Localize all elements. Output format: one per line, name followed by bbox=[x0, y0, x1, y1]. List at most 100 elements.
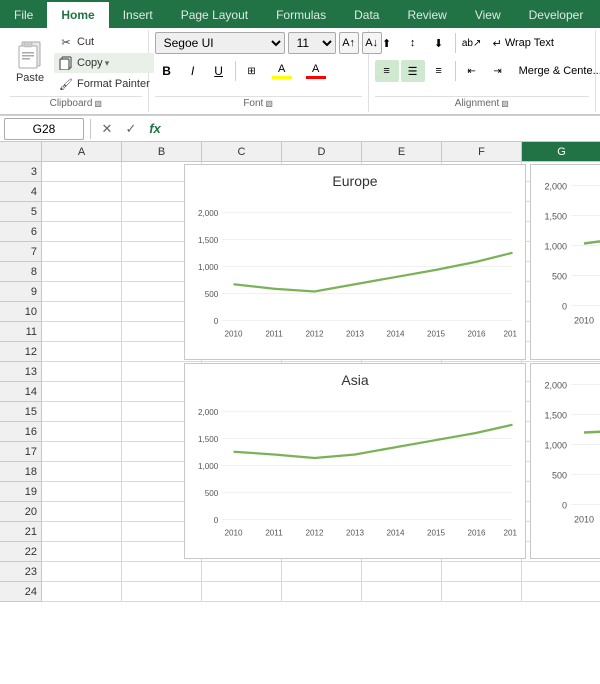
cell-A3[interactable] bbox=[42, 162, 122, 182]
alignment-expand-icon[interactable]: ▧ bbox=[501, 99, 509, 108]
cell-A13[interactable] bbox=[42, 362, 122, 382]
tab-review[interactable]: Review bbox=[393, 2, 460, 28]
col-header-G[interactable]: G bbox=[522, 142, 600, 161]
borders-button[interactable]: ⊞ bbox=[240, 60, 264, 82]
cell-F23[interactable] bbox=[442, 562, 522, 582]
fill-color-button[interactable]: A bbox=[266, 60, 298, 82]
col-header-B[interactable]: B bbox=[122, 142, 202, 161]
font-face-select[interactable]: Segoe UI bbox=[155, 32, 285, 54]
cell-A8[interactable] bbox=[42, 262, 122, 282]
row-9[interactable]: 9 bbox=[0, 282, 42, 302]
merge-center-button[interactable]: Merge & Cente... ▾ bbox=[512, 60, 600, 82]
cell-B23[interactable] bbox=[122, 562, 202, 582]
cell-A16[interactable] bbox=[42, 422, 122, 442]
cell-D23[interactable] bbox=[282, 562, 362, 582]
cell-reference-input[interactable] bbox=[4, 118, 84, 140]
row-14[interactable]: 14 bbox=[0, 382, 42, 402]
cell-A9[interactable] bbox=[42, 282, 122, 302]
cell-A12[interactable] bbox=[42, 342, 122, 362]
align-bottom-button[interactable]: ⬇ bbox=[427, 32, 451, 54]
tab-data[interactable]: Data bbox=[340, 2, 393, 28]
font-size-select[interactable]: 11 bbox=[288, 32, 336, 54]
tab-insert[interactable]: Insert bbox=[109, 2, 167, 28]
font-color-button[interactable]: A bbox=[300, 60, 332, 82]
row-10[interactable]: 10 bbox=[0, 302, 42, 322]
cell-C24[interactable] bbox=[202, 582, 282, 602]
tab-page-layout[interactable]: Page Layout bbox=[167, 2, 262, 28]
cell-A24[interactable] bbox=[42, 582, 122, 602]
tab-home[interactable]: Home bbox=[47, 2, 108, 28]
paste-button[interactable]: Paste bbox=[10, 32, 50, 88]
increase-indent-button[interactable]: ⇥ bbox=[486, 60, 510, 82]
wrap-text-button[interactable]: ↵ Wrap Text bbox=[486, 32, 561, 54]
align-left-button[interactable]: ≡ bbox=[375, 60, 399, 82]
cell-G23[interactable] bbox=[522, 562, 600, 582]
row-4[interactable]: 4 bbox=[0, 182, 42, 202]
cell-B24[interactable] bbox=[122, 582, 202, 602]
row-17[interactable]: 17 bbox=[0, 442, 42, 462]
row-20[interactable]: 20 bbox=[0, 502, 42, 522]
row-13[interactable]: 13 bbox=[0, 362, 42, 382]
row-18[interactable]: 18 bbox=[0, 462, 42, 482]
font-expand-icon[interactable]: ▧ bbox=[265, 99, 273, 108]
row-8[interactable]: 8 bbox=[0, 262, 42, 282]
cell-G24[interactable] bbox=[522, 582, 600, 602]
tab-file[interactable]: File bbox=[0, 2, 47, 28]
align-right-button[interactable]: ≡ bbox=[427, 60, 451, 82]
col-header-C[interactable]: C bbox=[202, 142, 282, 161]
align-center-button[interactable]: ☰ bbox=[401, 60, 425, 82]
insert-function-button[interactable]: fx bbox=[145, 119, 165, 139]
row-16[interactable]: 16 bbox=[0, 422, 42, 442]
row-11[interactable]: 11 bbox=[0, 322, 42, 342]
cell-A23[interactable] bbox=[42, 562, 122, 582]
tab-formulas[interactable]: Formulas bbox=[262, 2, 340, 28]
cell-A20[interactable] bbox=[42, 502, 122, 522]
italic-button[interactable]: I bbox=[181, 60, 205, 82]
decrease-indent-button[interactable]: ⇤ bbox=[460, 60, 484, 82]
row-12[interactable]: 12 bbox=[0, 342, 42, 362]
clipboard-expand-icon[interactable]: ▧ bbox=[94, 99, 102, 108]
formula-input[interactable] bbox=[169, 118, 596, 140]
row-19[interactable]: 19 bbox=[0, 482, 42, 502]
row-23[interactable]: 23 bbox=[0, 562, 42, 582]
row-24[interactable]: 24 bbox=[0, 582, 42, 602]
cell-A7[interactable] bbox=[42, 242, 122, 262]
col-header-A[interactable]: A bbox=[42, 142, 122, 161]
cell-A4[interactable] bbox=[42, 182, 122, 202]
cell-A11[interactable] bbox=[42, 322, 122, 342]
col-header-F[interactable]: F bbox=[442, 142, 522, 161]
col-header-D[interactable]: D bbox=[282, 142, 362, 161]
orientation-button[interactable]: ab↗ bbox=[460, 32, 484, 54]
cancel-formula-button[interactable]: ✕ bbox=[97, 119, 117, 139]
increase-font-button[interactable]: A↑ bbox=[339, 32, 359, 54]
tab-developer[interactable]: Developer bbox=[515, 2, 598, 28]
cell-E23[interactable] bbox=[362, 562, 442, 582]
cell-E24[interactable] bbox=[362, 582, 442, 602]
cell-A22[interactable] bbox=[42, 542, 122, 562]
row-3[interactable]: 3 bbox=[0, 162, 42, 182]
align-middle-button[interactable]: ↕ bbox=[401, 32, 425, 54]
row-5[interactable]: 5 bbox=[0, 202, 42, 222]
confirm-formula-button[interactable]: ✓ bbox=[121, 119, 141, 139]
copy-button[interactable]: Copy ▾ bbox=[54, 53, 154, 73]
row-6[interactable]: 6 bbox=[0, 222, 42, 242]
cell-A18[interactable] bbox=[42, 462, 122, 482]
row-7[interactable]: 7 bbox=[0, 242, 42, 262]
underline-button[interactable]: U bbox=[207, 60, 231, 82]
cell-D24[interactable] bbox=[282, 582, 362, 602]
format-painter-button[interactable]: 🖌 Format Painter bbox=[54, 74, 154, 94]
align-top-button[interactable]: ⬆ bbox=[375, 32, 399, 54]
bold-button[interactable]: B bbox=[155, 60, 179, 82]
cell-A19[interactable] bbox=[42, 482, 122, 502]
cut-button[interactable]: ✂ Cut bbox=[54, 32, 154, 52]
cell-C23[interactable] bbox=[202, 562, 282, 582]
row-15[interactable]: 15 bbox=[0, 402, 42, 422]
cell-A5[interactable] bbox=[42, 202, 122, 222]
cell-A14[interactable] bbox=[42, 382, 122, 402]
cell-F24[interactable] bbox=[442, 582, 522, 602]
cell-A15[interactable] bbox=[42, 402, 122, 422]
col-header-E[interactable]: E bbox=[362, 142, 442, 161]
cell-A17[interactable] bbox=[42, 442, 122, 462]
cell-A6[interactable] bbox=[42, 222, 122, 242]
cell-A10[interactable] bbox=[42, 302, 122, 322]
